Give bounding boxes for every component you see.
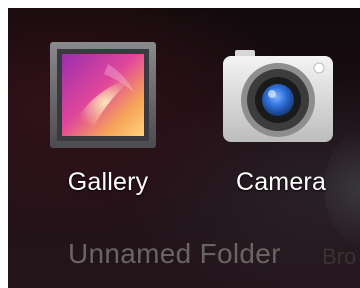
home-screen: Gallery Camera Unnamed Folder Bro — [8, 8, 360, 288]
folder-name[interactable]: Unnamed Folder — [68, 238, 281, 270]
app-label-gallery: Gallery — [67, 168, 149, 196]
camera-icon — [223, 50, 333, 142]
gallery-icon — [50, 42, 156, 148]
app-label-camera: Camera — [235, 168, 327, 196]
next-folder-label[interactable]: Bro — [322, 244, 356, 270]
